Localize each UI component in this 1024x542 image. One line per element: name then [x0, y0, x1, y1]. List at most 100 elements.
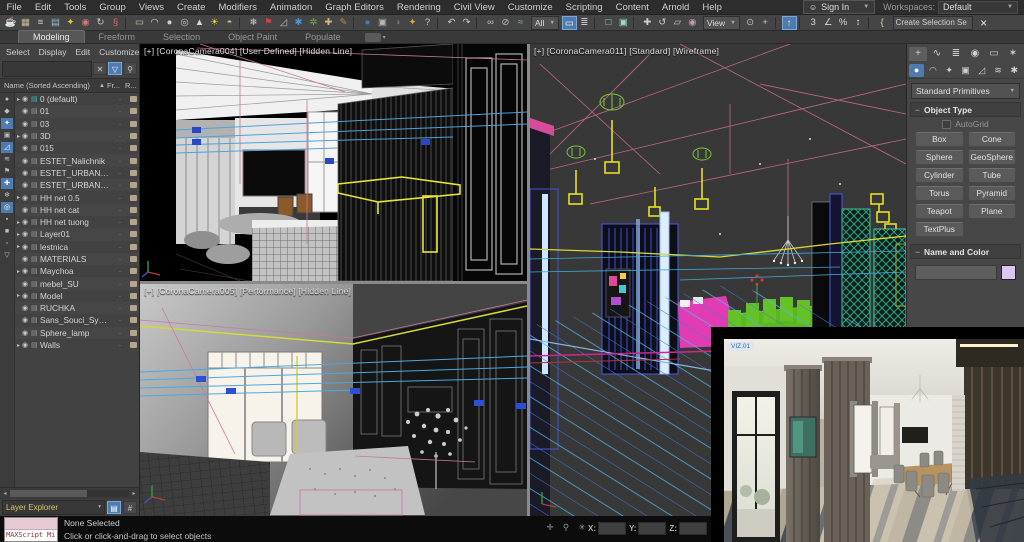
name-color-rollout[interactable]: − Name and Color: [910, 244, 1021, 259]
camera-tool-icon[interactable]: ◉: [78, 16, 93, 30]
coord-field[interactable]: [679, 522, 707, 535]
expand-arrow-icon[interactable]: ▸: [15, 133, 22, 140]
explorer-menu-item[interactable]: Customize: [99, 47, 139, 57]
ribbon-tab[interactable]: Object Paint: [214, 31, 291, 43]
visibility-eye-icon[interactable]: ◉: [22, 292, 31, 300]
frozen-dot[interactable]: ·: [113, 119, 127, 129]
layer-row[interactable]: ◉ ▤ mebel_SU ·: [15, 277, 139, 289]
viewport-label[interactable]: [+] [CoronaCamera011] [Standard] [Wirefr…: [534, 46, 719, 56]
layer-name[interactable]: mebel_SU: [40, 279, 113, 289]
primitive-button[interactable]: Pyramid: [968, 186, 1017, 201]
menu-item[interactable]: Group: [93, 2, 132, 13]
render-toggle-icon[interactable]: [127, 108, 139, 114]
render-toggle-icon[interactable]: [127, 330, 139, 336]
frozen-dot[interactable]: ·: [113, 193, 127, 203]
scale-icon[interactable]: ▱: [670, 16, 685, 30]
filter-lights-icon[interactable]: ✦: [1, 118, 13, 129]
absolute-offset-icon[interactable]: ✳: [576, 521, 588, 533]
use-pivot-center-icon[interactable]: ⊙: [743, 16, 758, 30]
menu-item[interactable]: Edit: [28, 2, 57, 13]
frozen-dot[interactable]: ·: [113, 279, 127, 289]
layer-row[interactable]: ▸ ◉ ▤ HH net tuong ·: [15, 216, 139, 228]
percent-snap-icon[interactable]: %: [836, 16, 851, 30]
filter-groups-icon[interactable]: ⚑: [1, 166, 13, 177]
primitive-button[interactable]: Cone: [968, 132, 1017, 147]
coord-field[interactable]: [638, 522, 666, 535]
layer-row[interactable]: ◉ ▤ 015 ·: [15, 142, 139, 154]
render-toggle-icon[interactable]: [127, 170, 139, 176]
sep[interactable]: [437, 17, 442, 29]
frozen-dot[interactable]: ·: [113, 94, 127, 104]
frozen-dot[interactable]: ·: [113, 242, 127, 252]
viewport-splitter-horizontal[interactable]: [140, 281, 527, 284]
layer-row[interactable]: ◉ ▤ ESTET_URBAN_U20 ·: [15, 167, 139, 179]
bind-spacewarp-icon[interactable]: ≈: [513, 16, 528, 30]
render-toggle-icon[interactable]: [127, 281, 139, 287]
filter-hidden-icon[interactable]: ◎: [1, 202, 13, 213]
ribbon-minimize-icon[interactable]: ▾: [383, 34, 386, 41]
menu-item[interactable]: Create: [170, 2, 212, 13]
teapot-icon[interactable]: ☕: [3, 16, 18, 30]
filter-xrefs-icon[interactable]: ✚: [1, 178, 13, 189]
visibility-eye-icon[interactable]: ◉: [22, 267, 31, 275]
layer-row[interactable]: ▸ ◉ ▤ Layer01 ·: [15, 228, 139, 240]
filter-helpers-icon[interactable]: ◿: [1, 142, 13, 153]
frozen-dot[interactable]: ·: [113, 291, 127, 301]
primitive-button[interactable]: Sphere: [915, 150, 964, 165]
object-name-field[interactable]: [915, 265, 997, 280]
move-icon[interactable]: ✚: [640, 16, 655, 30]
layer-row[interactable]: ▸ ◉ ▤ Maychoa ·: [15, 265, 139, 277]
selection-lock-icon[interactable]: ⚲: [560, 521, 572, 533]
tab-motion-icon[interactable]: ◉: [966, 47, 984, 61]
foliage-icon[interactable]: ✲: [306, 16, 321, 30]
frozen-dot[interactable]: ·: [113, 205, 127, 215]
layer-row[interactable]: ◉ ▤ 01 ·: [15, 105, 139, 117]
search-input[interactable]: [2, 61, 92, 77]
visibility-eye-icon[interactable]: ◉: [22, 304, 31, 312]
listener-macro-area[interactable]: [5, 518, 57, 530]
primitive-category-select[interactable]: Standard Primitives ▼: [911, 83, 1020, 99]
ref-coord-select[interactable]: View▼: [703, 16, 740, 30]
viewport-label[interactable]: [+] [CoronaCamera005] [Performance] [Hid…: [144, 286, 351, 296]
dock-explorer-button[interactable]: ▤: [107, 501, 121, 514]
primitive-button[interactable]: Torus: [915, 186, 964, 201]
render-toggle-icon[interactable]: [127, 244, 139, 250]
cat-cameras-icon[interactable]: ▣: [958, 64, 973, 77]
filter-spacewarps-icon[interactable]: ≋: [1, 154, 13, 165]
object-color-swatch[interactable]: [1001, 265, 1016, 280]
shaded-sphere-icon[interactable]: ◑: [390, 16, 405, 30]
spinner-snap-icon[interactable]: ↕: [851, 16, 866, 30]
filter-funnel-icon[interactable]: ▽: [108, 62, 122, 75]
transform-gizmo-icon[interactable]: ✛: [544, 521, 556, 533]
frozen-dot[interactable]: ·: [113, 254, 127, 264]
layer-name[interactable]: RUCHKA: [40, 303, 113, 313]
tab-modify-icon[interactable]: ∿: [928, 47, 946, 61]
expand-arrow-icon[interactable]: ▸: [15, 292, 22, 299]
layer-name[interactable]: MATERIALS: [40, 254, 113, 264]
clear-search-icon[interactable]: ✕: [93, 62, 107, 75]
filter-containers-icon[interactable]: ▫: [1, 238, 13, 249]
visibility-eye-icon[interactable]: ◉: [22, 243, 31, 251]
primitive-button[interactable]: Plane: [968, 204, 1017, 219]
cat-helpers-icon[interactable]: ◿: [974, 64, 989, 77]
layer-row[interactable]: ◉ ▤ Sphere_lamp ·: [15, 327, 139, 339]
primitive-button[interactable]: TextPlus: [915, 222, 964, 237]
select-manipulate-icon[interactable]: +: [758, 16, 773, 30]
ribbon-tab[interactable]: Populate: [291, 31, 355, 43]
window-crossing-icon[interactable]: ▣: [616, 16, 631, 30]
sep[interactable]: [476, 17, 481, 29]
primitive-button[interactable]: Cylinder: [915, 168, 964, 183]
visibility-eye-icon[interactable]: ◉: [22, 181, 31, 189]
place-icon[interactable]: ◉: [685, 16, 700, 30]
tab-utilities-icon[interactable]: ✶: [1004, 47, 1022, 61]
frozen-dot[interactable]: ·: [113, 217, 127, 227]
visibility-eye-icon[interactable]: ◉: [22, 157, 31, 165]
viewport-camera004[interactable]: [+] [CoronaCamera004] [User Defined] [Hi…: [140, 44, 527, 281]
frozen-dot[interactable]: ·: [113, 303, 127, 313]
visibility-eye-icon[interactable]: ◉: [22, 194, 31, 202]
layer-name[interactable]: 3D: [40, 131, 113, 141]
menu-item[interactable]: Graph Editors: [319, 2, 391, 13]
visibility-eye-icon[interactable]: ◉: [22, 107, 31, 115]
layer-row[interactable]: ◉ ▤ Sans_Souci_Symphony ·: [15, 314, 139, 326]
cat-shapes-icon[interactable]: ◠: [925, 64, 940, 77]
